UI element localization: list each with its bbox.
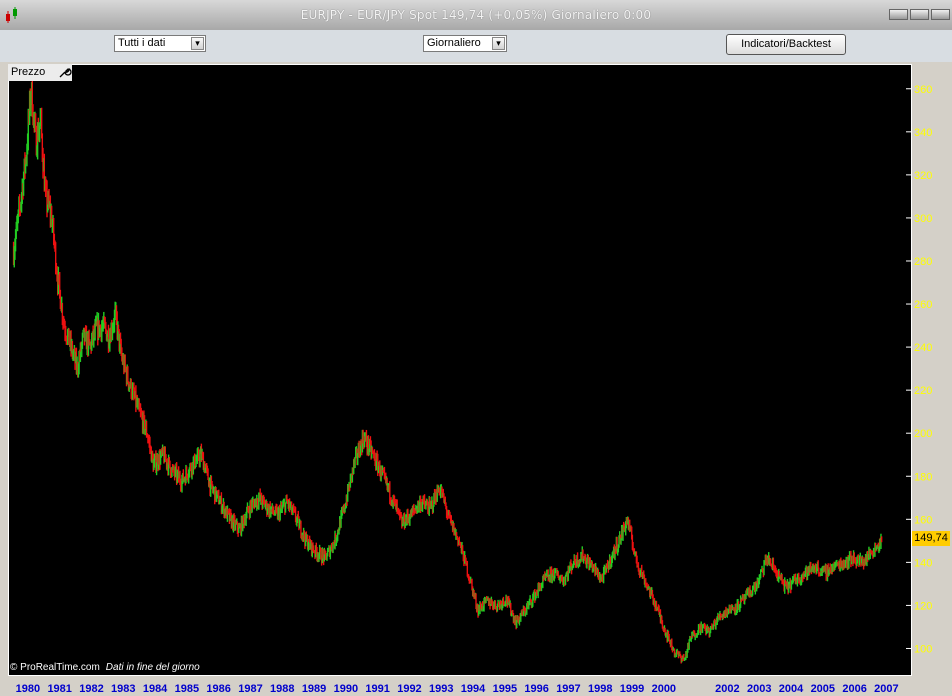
x-tick-label: 1980 [16,683,40,695]
x-tick-label: 1984 [143,683,168,695]
x-tick-label: 1988 [270,683,294,695]
maximize-button[interactable] [910,9,929,20]
x-tick-label: 1999 [620,683,644,695]
period-select[interactable]: Tutti i dati ▾ [114,35,206,52]
x-tick-label: 2003 [747,683,771,695]
period-select-value: Tutti i dati [118,37,166,49]
x-tick-label: 1986 [206,683,230,695]
y-tick-label: 300 [914,213,932,225]
x-tick-label: 1989 [302,683,326,695]
x-tick-label: 1996 [524,683,548,695]
y-tick-label: 280 [914,256,932,268]
x-tick-label: 1998 [588,683,612,695]
x-tick-label: 2002 [715,683,739,695]
y-tick-label: 220 [914,385,932,397]
x-tick-label: 2000 [652,683,676,695]
y-tick-label: 260 [914,299,932,311]
copyright-note: © ProRealTime.com Dati in fine del giorno [10,662,200,673]
data-note: Dati in fine del giorno [105,662,200,673]
x-tick-label: 1992 [397,683,421,695]
last-price-tag: 149,74 [912,531,950,546]
y-tick-label: 120 [914,600,932,612]
x-tick-label: 2007 [874,683,898,695]
x-tick-label: 1994 [461,683,486,695]
window-title: EURJPY - EUR/JPY Spot 149,74 (+0,05%) Gi… [300,8,652,22]
indicators-backtest-button[interactable]: Indicatori/Backtest [726,34,846,55]
y-tick-label: 340 [914,127,932,139]
y-tick-label: 360 [914,84,932,96]
y-tick-label: 180 [914,471,932,483]
y-tick-label: 140 [914,557,932,569]
copyright-text: © ProRealTime.com [10,662,100,673]
y-tick-label: 320 [914,170,932,182]
x-tick-label: 1995 [493,683,517,695]
y-tick-label: 240 [914,342,932,354]
x-tick-label: 1993 [429,683,453,695]
candles-group [12,78,883,664]
minimize-button[interactable] [889,9,908,20]
x-tick-label: 1991 [365,683,389,695]
chevron-down-icon[interactable]: ▾ [492,37,505,50]
toolbar: Tutti i dati ▾ Giornaliero ▾ Indicatori/… [0,30,952,62]
x-tick-label: 1985 [175,683,199,695]
x-tick-label: 1982 [79,683,103,695]
x-tick-label: 1997 [556,683,580,695]
x-tick-label: 1990 [334,683,358,695]
title-bar: EURJPY - EUR/JPY Spot 149,74 (+0,05%) Gi… [0,0,952,30]
interval-select[interactable]: Giornaliero ▾ [423,35,507,52]
x-tick-label: 2004 [779,683,804,695]
y-tick-label: 100 [914,643,932,655]
y-tick-label: 160 [914,514,932,526]
wrench-icon[interactable] [58,66,72,79]
close-button[interactable] [931,9,950,20]
x-tick-label: 1987 [238,683,262,695]
chevron-down-icon[interactable]: ▾ [191,37,204,50]
price-chart[interactable]: 100 120 140 160 180 200 220 240 260 280 300 320 340 3… [0,62,952,696]
y-tick-label: 200 [914,428,932,440]
interval-select-value: Giornaliero [427,37,481,49]
x-tick-label: 1981 [47,683,71,695]
x-tick-label: 2005 [811,683,835,695]
x-tick-label: 2006 [842,683,866,695]
x-tick-label: 1983 [111,683,135,695]
